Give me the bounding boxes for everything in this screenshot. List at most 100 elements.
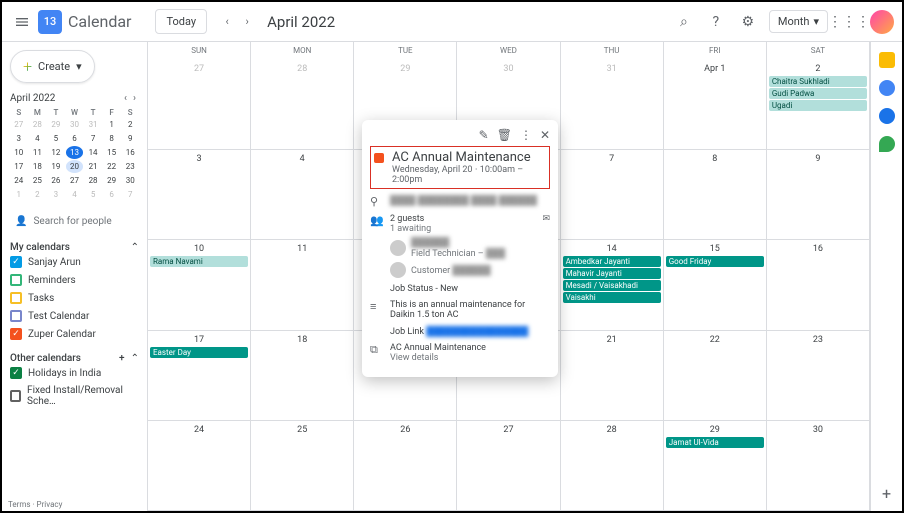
add-calendar-icon[interactable]: +: [119, 353, 125, 364]
keep-icon[interactable]: [879, 52, 895, 68]
job-link[interactable]: ████████████████: [426, 327, 528, 337]
day-cell[interactable]: 28: [561, 421, 664, 511]
day-cell[interactable]: 25: [251, 421, 354, 511]
day-cell[interactable]: 31: [561, 60, 664, 150]
mini-day[interactable]: 2: [29, 188, 47, 201]
calendar-item[interactable]: Holidays in India: [10, 364, 139, 382]
day-cell[interactable]: 15Good Friday: [664, 240, 767, 330]
day-cell[interactable]: 28: [251, 60, 354, 150]
mini-day[interactable]: 7: [121, 188, 139, 201]
day-cell[interactable]: 11: [251, 240, 354, 330]
account-avatar[interactable]: [870, 10, 894, 34]
mini-day[interactable]: 4: [66, 188, 84, 201]
all-day-event[interactable]: Easter Day: [150, 347, 248, 358]
search-people-input[interactable]: 👤Search for people: [10, 211, 139, 232]
calendar-item[interactable]: Test Calendar: [10, 307, 139, 325]
mini-day[interactable]: 24: [10, 174, 28, 187]
mini-day[interactable]: 19: [47, 160, 65, 173]
mini-day[interactable]: 4: [29, 132, 47, 145]
mini-day[interactable]: 27: [10, 118, 28, 131]
mini-day[interactable]: 3: [10, 132, 28, 145]
mini-day[interactable]: 26: [47, 174, 65, 187]
mini-prev-button[interactable]: ‹: [121, 93, 130, 104]
footer-links[interactable]: Terms · Privacy: [8, 500, 62, 509]
day-cell[interactable]: 14Ambedkar JayantiMahavir JayantiMesadi …: [561, 240, 664, 330]
mini-day[interactable]: 28: [84, 174, 102, 187]
edit-event-icon[interactable]: ✎: [479, 128, 489, 142]
mini-day[interactable]: 7: [84, 132, 102, 145]
calendar-item[interactable]: Sanjay Arun: [10, 253, 139, 271]
mini-day[interactable]: 9: [121, 132, 139, 145]
tasks-icon[interactable]: [879, 80, 895, 96]
mini-next-button[interactable]: ›: [130, 93, 139, 104]
mini-day[interactable]: 30: [66, 118, 84, 131]
day-cell[interactable]: 16: [767, 240, 870, 330]
all-day-event[interactable]: Mesadi / Vaisakhadi: [563, 280, 661, 291]
day-cell[interactable]: 8: [664, 150, 767, 240]
attachment-title[interactable]: AC Annual Maintenance: [390, 343, 486, 353]
all-day-event[interactable]: Mahavir Jayanti: [563, 268, 661, 279]
mini-day[interactable]: 6: [66, 132, 84, 145]
mini-day[interactable]: 11: [29, 146, 47, 159]
day-cell[interactable]: 22: [664, 331, 767, 421]
day-cell[interactable]: 24: [148, 421, 251, 511]
all-day-event[interactable]: Rama Navami: [150, 256, 248, 267]
mini-day[interactable]: 1: [10, 188, 28, 201]
other-calendars-toggle[interactable]: Other calendars+⌃: [10, 353, 139, 364]
mini-day[interactable]: 8: [103, 132, 121, 145]
add-panel-icon[interactable]: +: [882, 484, 891, 503]
mini-day[interactable]: 1: [103, 118, 121, 131]
more-options-icon[interactable]: ⋮: [520, 128, 532, 142]
mini-day[interactable]: 5: [84, 188, 102, 201]
mini-day[interactable]: 20: [66, 160, 84, 173]
view-selector[interactable]: Month▾: [769, 10, 828, 33]
mini-day[interactable]: 23: [121, 160, 139, 173]
mini-day[interactable]: 13: [66, 146, 84, 159]
day-cell[interactable]: 17Easter Day: [148, 331, 251, 421]
day-cell[interactable]: 2Chaitra SukhladiGudi PadwaUgadi: [767, 60, 870, 150]
mini-day[interactable]: 31: [84, 118, 102, 131]
day-cell[interactable]: 26: [354, 421, 457, 511]
day-cell[interactable]: 3: [148, 150, 251, 240]
prev-month-button[interactable]: ‹: [217, 12, 237, 32]
day-cell[interactable]: 18: [251, 331, 354, 421]
mini-day[interactable]: 10: [10, 146, 28, 159]
day-cell[interactable]: 27: [148, 60, 251, 150]
day-cell[interactable]: 27: [457, 421, 560, 511]
mini-day[interactable]: 12: [47, 146, 65, 159]
day-cell[interactable]: 9: [767, 150, 870, 240]
mini-day[interactable]: 14: [84, 146, 102, 159]
mini-day[interactable]: 28: [29, 118, 47, 131]
day-cell[interactable]: 29Jamat Ul-Vida: [664, 421, 767, 511]
contacts-icon[interactable]: [879, 108, 895, 124]
mini-day[interactable]: 29: [103, 174, 121, 187]
mini-day[interactable]: 3: [47, 188, 65, 201]
mini-day[interactable]: 6: [103, 188, 121, 201]
all-day-event[interactable]: Jamat Ul-Vida: [666, 437, 764, 448]
email-guests-icon[interactable]: ✉: [542, 214, 550, 224]
all-day-event[interactable]: Good Friday: [666, 256, 764, 267]
next-month-button[interactable]: ›: [237, 12, 257, 32]
search-icon[interactable]: ⌕: [673, 11, 695, 33]
mini-day[interactable]: 29: [47, 118, 65, 131]
day-cell[interactable]: 4: [251, 150, 354, 240]
mini-day[interactable]: 15: [103, 146, 121, 159]
day-cell[interactable]: 30: [767, 421, 870, 511]
today-button[interactable]: Today: [155, 9, 207, 34]
day-cell[interactable]: Apr 1: [664, 60, 767, 150]
day-cell[interactable]: 23: [767, 331, 870, 421]
mini-day[interactable]: 2: [121, 118, 139, 131]
create-button[interactable]: +Create▾: [10, 50, 95, 83]
mini-day[interactable]: 18: [29, 160, 47, 173]
mini-day[interactable]: 27: [66, 174, 84, 187]
all-day-event[interactable]: Chaitra Sukhladi: [769, 76, 867, 87]
all-day-event[interactable]: Gudi Padwa: [769, 88, 867, 99]
all-day-event[interactable]: Ugadi: [769, 100, 867, 111]
settings-icon[interactable]: ⚙: [737, 11, 759, 33]
my-calendars-toggle[interactable]: My calendars⌃: [10, 242, 139, 253]
mini-day[interactable]: 30: [121, 174, 139, 187]
mini-day[interactable]: 22: [103, 160, 121, 173]
close-popover-icon[interactable]: ✕: [540, 128, 550, 142]
calendar-item[interactable]: Tasks: [10, 289, 139, 307]
mini-day[interactable]: 21: [84, 160, 102, 173]
